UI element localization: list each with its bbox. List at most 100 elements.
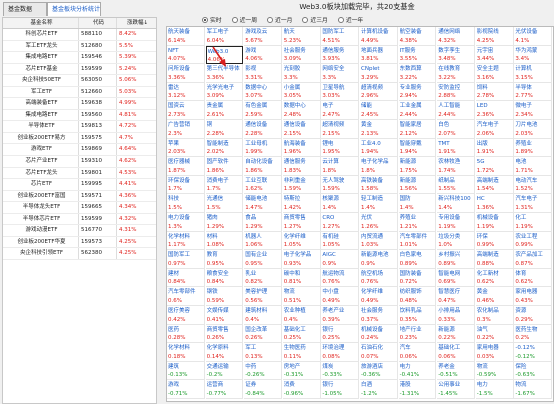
sector-cell[interactable]: 光刻胶 3.3% [282,64,321,83]
table-row[interactable]: 半导体龙头ETF 159665 4.34% [3,202,156,214]
sector-cell[interactable]: 中小盘 0.49% [321,287,360,306]
sector-cell[interactable]: 东数西算 3.22% [398,64,437,83]
sector-cell[interactable]: 国防军工 0.97% [167,250,205,269]
sector-cell[interactable]: 有色金属 2.59% [244,101,282,120]
sector-cell[interactable]: 汽车零部件 1.01% [398,231,437,251]
sector-cell[interactable]: 问所设备 3.36% [167,64,205,83]
sector-cell[interactable]: 小金属 3.05% [282,82,321,102]
sector-cell[interactable]: 游戏 4.06% [244,45,282,65]
sector-cell[interactable]: 国企改革 0.26% [244,324,282,344]
sector-cell[interactable]: 工业互联 1.62% [244,175,282,195]
sector-cell[interactable]: 化学材料 0.18% [167,343,205,362]
table-row[interactable]: 创业板200ETF富国 159571 4.36% [3,190,156,203]
sector-cell[interactable]: -0.12% -0.12% [514,343,553,362]
sector-cell[interactable]: 航运物流 0.76% [321,268,360,288]
tab-fund-data[interactable]: 基金数据 [3,2,47,16]
sector-cell[interactable]: 光通信 1.5% [205,194,244,213]
sector-cell[interactable]: 核聚源 1.4% [321,194,360,213]
sector-cell[interactable]: 纸制品 1.55% [437,175,475,195]
col-header-change[interactable]: 涨跌幅↓ [117,18,156,28]
sector-cell[interactable]: 化学纤维 0.49% [360,287,398,306]
sector-cell[interactable]: 化工 1.19% [514,213,553,232]
sector-cell[interactable]: 专用设备 1.19% [437,213,475,232]
sector-cell[interactable]: 新能源 1.56% [398,175,437,195]
sector-cell[interactable]: 消费电子 1.7% [205,175,244,195]
sector-cell[interactable]: 5G 1.72% [475,157,514,176]
table-row[interactable]: 半导体芯片ETF 159599 4.32% [3,213,156,226]
table-row[interactable]: 芯片产业ETF 159310 4.62% [3,156,156,168]
sector-cell[interactable]: 农林牧渔 1.74% [437,157,475,176]
sector-cell[interactable]: 安全主题 3.16% [475,64,514,83]
sector-cell[interactable]: 地面兵器 3.81% [360,45,398,65]
sector-cell[interactable]: 教育 0.95% [205,250,244,269]
radio-option[interactable]: 近三月 [302,15,328,24]
sector-cell[interactable]: 基础化工 0.06% [437,343,475,362]
sector-cell[interactable]: 非利重金 1.59% [282,175,321,195]
table-row[interactable]: 芯片ETF基金 159599 5.24% [3,63,156,76]
sector-cell[interactable]: 汽车电子 2.06% [475,120,514,139]
sector-cell[interactable]: 新兴科技100 1.4% [437,194,475,213]
sector-cell[interactable]: 农业种植 0.4% [282,306,321,325]
sector-cell[interactable]: 白色 2.07% [437,120,475,139]
sector-cell[interactable]: 中药 -0.26% [244,361,282,381]
sector-cell[interactable]: 国有企业 0.95% [244,250,282,269]
sector-cell[interactable]: 乡村振兴 0.89% [437,250,475,269]
sector-cell[interactable]: 化工新材 0.62% [475,268,514,288]
sector-cell[interactable]: 光伏 1.26% [360,213,398,232]
sector-cell[interactable]: 储能 2.45% [360,101,398,120]
sector-cell[interactable]: 石油石化 0.07% [360,343,398,362]
table-row[interactable]: 创业板200ETF易方 159575 4.7% [3,132,156,145]
sector-cell[interactable]: 环境治理 0.08% [321,343,360,362]
sector-cell[interactable]: 高端制造 0.88% [475,250,514,269]
sector-cell[interactable]: 养老金 -0.51% [437,361,475,381]
sector-cell[interactable]: 社会服务 3.09% [282,45,321,65]
sector-cell[interactable]: 特斯拉 1.42% [282,194,321,213]
table-row[interactable]: 军工ETF 512660 5.03% [3,86,156,99]
radio-option[interactable]: 实时 [202,15,222,24]
sector-cell[interactable]: 第三代半导体 3.36% [205,64,244,83]
table-row[interactable]: 集成电路ETF 159546 5.39% [3,52,156,64]
sector-cell[interactable]: 航天 5.23% [282,27,321,46]
tab-sector-analysis[interactable]: 基金板块分析统计 [47,2,101,16]
sector-cell[interactable]: 物流 0.51% [282,287,321,306]
sector-cell[interactable]: 数据中心 3.07% [244,82,282,102]
sector-cell[interactable]: 汽车电子 1.31% [514,194,553,213]
sector-cell[interactable]: 煤炭 -0.33% [321,361,360,381]
sector-cell[interactable]: 广告营销 2.3% [167,120,205,139]
sector-cell[interactable]: 通信服务 3.93% [321,45,360,65]
table-row[interactable]: 央企科技50ETF 563050 5.06% [3,75,156,87]
sector-cell[interactable]: 电力 -1.5% [475,380,514,399]
sector-cell[interactable]: 网络安全 3.3% [321,64,360,83]
sector-cell[interactable]: 电子化学品 0.93% [282,250,321,269]
sector-cell[interactable]: 计算机设备 4.49% [360,27,398,46]
radio-dot-icon[interactable] [202,16,208,23]
sector-cell[interactable]: 地产行业 0.23% [398,324,437,344]
sector-cell[interactable]: 贵金属 2.61% [205,101,244,120]
table-row[interactable]: 游戏ETF 159869 4.64% [3,144,156,157]
sector-cell[interactable]: 高端制造 1.54% [475,175,514,195]
sector-cell[interactable]: 刀片电池 2.03% [514,120,553,139]
radio-option[interactable]: 近一年 [337,15,363,24]
sector-cell[interactable]: 电池 1.71% [514,157,553,176]
sector-cell[interactable]: 机器人 1.06% [244,231,282,251]
sector-cell[interactable]: 超清视频 2.96% [360,82,398,102]
sector-cell[interactable]: 化学原料 0.14% [205,343,244,362]
radio-option[interactable]: 近一周 [231,15,257,24]
sector-cell[interactable]: 锂电 1.95% [321,138,360,158]
sector-cell[interactable]: 银行 0.25% [321,324,360,344]
sector-cell[interactable]: 国防 1.4% [398,194,437,213]
sector-cell[interactable]: 有机硅 1.05% [321,231,360,251]
sector-cell[interactable]: 数字孪生 3.48% [437,45,475,65]
table-row[interactable]: 创业板200ETF华夏 159573 4.25% [3,236,156,249]
table-row[interactable]: 科创芯片ETF 588110 8.42% [3,29,156,41]
sector-cell[interactable]: 雷达 3.12% [167,82,205,102]
sector-cell[interactable]: 汽车零部件 0.6% [167,287,205,306]
sector-cell[interactable]: 白色家电 0.89% [398,250,437,269]
sector-cell[interactable]: 生物医药 0.11% [282,343,321,362]
sector-cell[interactable]: 环保 0.99% [475,231,514,251]
sector-cell[interactable]: 新能源 1.75% [398,157,437,176]
sector-cell[interactable]: 工业4.0 1.94% [360,138,398,158]
col-header-code[interactable]: 代码 [79,18,117,28]
sector-cell[interactable]: 建筑材料 0.4% [244,306,282,325]
sector-cell[interactable]: 工业母机 1.99% [244,138,282,158]
